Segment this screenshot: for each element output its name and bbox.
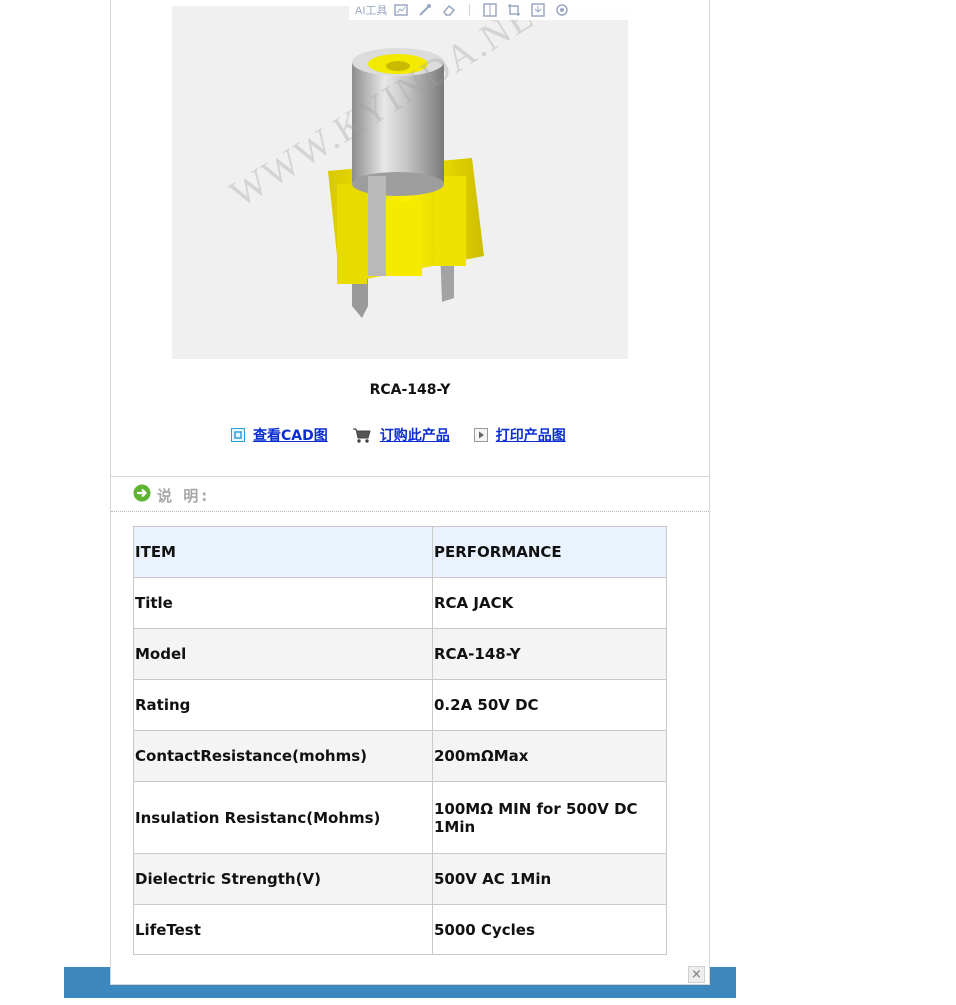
product-model-caption: RCA-148-Y [369,382,451,398]
row-item-cell: Insulation Resistanc(Mohms) [133,781,433,854]
row-item-cell: Model [133,628,433,680]
spec-table: ITEM PERFORMANCE Title RCA JACK Model RC… [133,526,667,955]
table-row: Rating 0.2A 50V DC [133,679,667,731]
print-product-action[interactable]: 打印产品图 [473,425,566,445]
image-compare-icon[interactable] [480,1,500,19]
row-value-cell: 500V AC 1Min [432,853,667,905]
row-value-cell: 100MΩ MIN for 500V DC 1Min [432,781,667,854]
table-row: Insulation Resistanc(Mohms) 100MΩ MIN fo… [133,781,667,854]
table-row: LifeTest 5000 Cycles [133,904,667,955]
crop-icon[interactable] [504,1,524,19]
row-item-cell: LifeTest [133,904,433,955]
row-item-cell: Title [133,577,433,629]
description-section-header: 说 明: [133,484,210,506]
row-value-cell: 200mΩMax [432,730,667,782]
settings-gear-icon[interactable] [552,1,572,19]
order-product-action[interactable]: 订购此产品 [352,425,450,445]
table-row: Title RCA JACK [133,577,667,629]
section-divider [111,476,709,477]
image-toolbar: AI工具 [349,0,631,20]
ai-tools-label: AI工具 [355,5,388,17]
row-value-cell: RCA JACK [432,577,667,629]
row-item-cell: Rating [133,679,433,731]
image-edit-icon[interactable] [391,1,411,19]
row-item-cell: ContactResistance(mohms) [133,730,433,782]
close-icon[interactable]: × [688,966,705,983]
product-photo: WWW.KYINDA.NET [172,6,628,359]
print-product-link[interactable]: 打印产品图 [496,425,566,445]
table-row: Dielectric Strength(V) 500V AC 1Min [133,853,667,905]
magic-wand-icon[interactable] [415,1,435,19]
product-card: WWW.KYINDA.NET AI工具 RCA-148-Y 查看CAD图 订购此… [110,0,710,985]
order-product-link[interactable]: 订购此产品 [380,425,450,445]
table-header-row: ITEM PERFORMANCE [133,526,667,578]
row-value-cell: 5000 Cycles [432,904,667,955]
row-value-cell: 0.2A 50V DC [432,679,667,731]
header-cell-item: ITEM [133,526,433,578]
ai-tools-button[interactable]: AI工具 [355,1,387,19]
view-cad-link[interactable]: 查看CAD图 [253,425,328,445]
toolbar-divider [469,4,471,16]
dotted-separator [111,511,709,512]
table-row: ContactResistance(mohms) 200mΩMax [133,730,667,782]
cart-icon [352,427,372,443]
row-item-cell: Dielectric Strength(V) [133,853,433,905]
cad-icon [231,428,245,442]
row-value-cell: RCA-148-Y [432,628,667,680]
arrow-circle-icon [133,484,151,506]
table-row: Model RCA-148-Y [133,628,667,680]
section-title: 说 明: [157,486,211,505]
header-cell-performance: PERFORMANCE [432,526,667,578]
view-cad-action[interactable]: 查看CAD图 [231,425,328,445]
eraser-icon[interactable] [439,1,459,19]
play-arrow-icon [473,428,488,442]
download-icon[interactable] [528,1,548,19]
product-action-links: 查看CAD图 订购此产品 打印产品图 [231,425,590,445]
